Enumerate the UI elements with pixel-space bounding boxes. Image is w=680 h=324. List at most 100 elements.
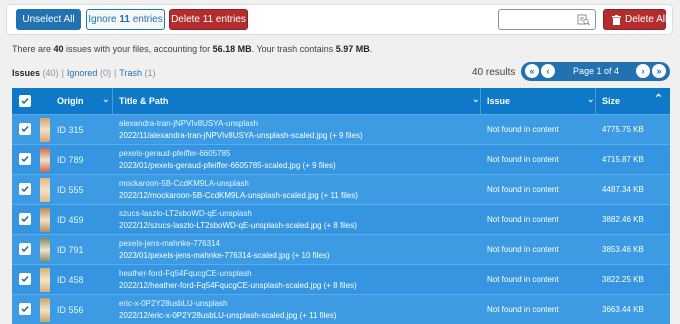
- origin-id-link[interactable]: ID 315: [57, 125, 84, 135]
- action-toolbar: Unselect All Ignore 11 entries Delete 11…: [6, 4, 673, 35]
- chevron-down-icon[interactable]: ⌄: [587, 94, 595, 105]
- issue-count: 40: [53, 44, 64, 54]
- media-title-link[interactable]: pexels-geraud-pfeiffer-6605785: [119, 149, 230, 158]
- file-size: 3822.25 KB: [602, 275, 644, 284]
- last-page-button[interactable]: »: [652, 64, 666, 78]
- column-title-path[interactable]: Title & Path: [119, 96, 168, 106]
- issue-text: Not found in content: [487, 275, 559, 284]
- ignore-label-prefix: Ignore: [88, 14, 120, 25]
- summary-part4: .: [369, 44, 373, 54]
- column-issue[interactable]: Issue: [487, 96, 510, 106]
- ignore-count: 11: [119, 14, 130, 25]
- table-row[interactable]: ID 791 pexels-jens-mahnke-776314 2023/01/p…: [12, 234, 670, 264]
- media-title-link[interactable]: heather-ford-Fq54FqucgCE-unsplash: [119, 269, 252, 278]
- filter-issues[interactable]: Issues (40): [12, 68, 59, 78]
- page-indicator: Page 1 of 4: [572, 66, 620, 76]
- issue-text: Not found in content: [487, 185, 559, 194]
- thumbnail-image[interactable]: [40, 268, 50, 292]
- summary-text: There are 40 issues with your files, acc…: [12, 44, 372, 54]
- row-checkbox[interactable]: [19, 213, 31, 225]
- first-page-button[interactable]: «: [525, 64, 539, 78]
- chevron-up-icon[interactable]: ⌃: [654, 92, 663, 105]
- row-checkbox[interactable]: [19, 273, 31, 285]
- summary-part2: issues with your files, accounting for: [63, 44, 213, 54]
- media-title-link[interactable]: pexels-jens-mahnke-776314: [119, 239, 220, 248]
- row-checkbox[interactable]: [19, 123, 31, 135]
- filter-trash-label: Trash: [119, 68, 142, 78]
- table-row[interactable]: ID 459 szucs-laszlo-LT2sboWD-qE-unsplash 2…: [12, 204, 670, 234]
- next-page-button[interactable]: ›: [636, 64, 650, 78]
- filter-trash[interactable]: Trash (1): [119, 68, 155, 78]
- media-title-link[interactable]: alexandra-tran-jNPVIv8USYA-unsplash: [119, 119, 258, 128]
- filter-separator: |: [61, 68, 64, 78]
- issue-text: Not found in content: [487, 125, 559, 134]
- table-row[interactable]: ID 556 eric-x-0P2Y28usbLU-unsplash 2022/12…: [12, 294, 670, 324]
- search-icon: [577, 14, 590, 26]
- table-body: ID 315 alexandra-tran-jNPVIv8USYA-unsplas…: [12, 114, 670, 324]
- chevron-down-icon[interactable]: ⌄: [472, 94, 480, 105]
- issue-text: Not found in content: [487, 245, 559, 254]
- origin-id-link[interactable]: ID 555: [57, 185, 84, 195]
- issues-table: Origin ⌄ Title & Path ⌄ Issue ⌄ Size ⌃ I…: [12, 88, 670, 324]
- filter-trash-count: (1): [144, 68, 156, 78]
- pagination: « ‹ Page 1 of 4 › »: [521, 62, 670, 81]
- filter-issues-count: (40): [42, 68, 59, 78]
- delete-entries-button[interactable]: Delete 11 entries: [169, 9, 248, 30]
- media-path: 2023/01/pexels-geraud-pfeiffer-6605785-s…: [119, 161, 336, 170]
- thumbnail-image[interactable]: [40, 208, 50, 232]
- ignore-entries-button[interactable]: Ignore 11 entries: [86, 9, 165, 30]
- issues-size: 56.18 MB: [212, 44, 252, 54]
- row-checkbox[interactable]: [19, 303, 31, 315]
- media-path: 2022/12/mockaroon-5B-CcdKM9LA-unsplash-s…: [119, 191, 358, 200]
- check-icon: [21, 245, 29, 253]
- media-title-link[interactable]: mockaroon-5B-CcdKM9LA-unsplash: [119, 179, 249, 188]
- thumbnail-image[interactable]: [40, 178, 50, 202]
- thumbnail-image[interactable]: [40, 238, 50, 262]
- file-size: 3882.46 KB: [602, 215, 644, 224]
- origin-id-link[interactable]: ID 791: [57, 245, 84, 255]
- column-origin[interactable]: Origin: [57, 96, 84, 106]
- thumbnail-image[interactable]: [40, 148, 50, 172]
- issue-text: Not found in content: [487, 215, 559, 224]
- media-path: 2022/12/eric-x-0P2Y28usbLU-unsplash-scal…: [119, 311, 337, 320]
- check-icon: [21, 305, 29, 313]
- media-path: 2022/11/alexandra-tran-jNPVIv8USYA-unspl…: [119, 131, 363, 140]
- row-checkbox[interactable]: [19, 153, 31, 165]
- filter-issues-label: Issues: [12, 68, 41, 78]
- check-icon: [21, 215, 29, 223]
- filter-ignored[interactable]: Ignored (0): [67, 68, 111, 78]
- delete-all-button[interactable]: Delete All: [603, 9, 667, 30]
- media-path: 2022/12/heather-ford-Fq54FqucgCE-unsplas…: [119, 281, 357, 290]
- summary-part1: There are: [12, 44, 54, 54]
- column-size[interactable]: Size: [602, 96, 620, 106]
- table-row[interactable]: ID 789 pexels-geraud-pfeiffer-6605785 2023…: [12, 144, 670, 174]
- ignore-label-suffix: entries: [129, 14, 163, 25]
- table-row[interactable]: ID 315 alexandra-tran-jNPVIv8USYA-unsplas…: [12, 114, 670, 144]
- row-checkbox[interactable]: [19, 183, 31, 195]
- table-row[interactable]: ID 458 heather-ford-Fq54FqucgCE-unsplash 2…: [12, 264, 670, 294]
- media-title-link[interactable]: szucs-laszlo-LT2sboWD-qE-unsplash: [119, 209, 252, 218]
- table-header: Origin ⌄ Title & Path ⌄ Issue ⌄ Size ⌃: [12, 88, 670, 114]
- row-checkbox[interactable]: [19, 243, 31, 255]
- issue-text: Not found in content: [487, 305, 559, 314]
- media-path: 2023/01/pexels-jens-mahnke-776314-scaled…: [119, 251, 330, 260]
- chevron-down-icon[interactable]: ⌄: [102, 94, 110, 105]
- origin-id-link[interactable]: ID 789: [57, 155, 84, 165]
- origin-id-link[interactable]: ID 458: [57, 275, 84, 285]
- trash-icon: [612, 15, 621, 25]
- select-all-checkbox[interactable]: [19, 95, 31, 107]
- trash-size: 5.97 MB: [335, 44, 370, 54]
- thumbnail-image[interactable]: [40, 298, 50, 322]
- media-title-link[interactable]: eric-x-0P2Y28usbLU-unsplash: [119, 299, 228, 308]
- issue-text: Not found in content: [487, 155, 559, 164]
- origin-id-link[interactable]: ID 556: [57, 305, 84, 315]
- file-size: 3853.46 KB: [602, 245, 644, 254]
- table-row[interactable]: ID 555 mockaroon-5B-CcdKM9LA-unsplash 2022…: [12, 174, 670, 204]
- search-input[interactable]: [498, 9, 596, 30]
- status-filters: Issues (40) | Ignored (0) | Trash (1): [12, 68, 155, 78]
- origin-id-link[interactable]: ID 459: [57, 215, 84, 225]
- file-size: 3663.44 KB: [602, 305, 644, 314]
- thumbnail-image[interactable]: [40, 118, 50, 142]
- unselect-all-button[interactable]: Unselect All: [16, 9, 81, 30]
- prev-page-button[interactable]: ‹: [541, 64, 555, 78]
